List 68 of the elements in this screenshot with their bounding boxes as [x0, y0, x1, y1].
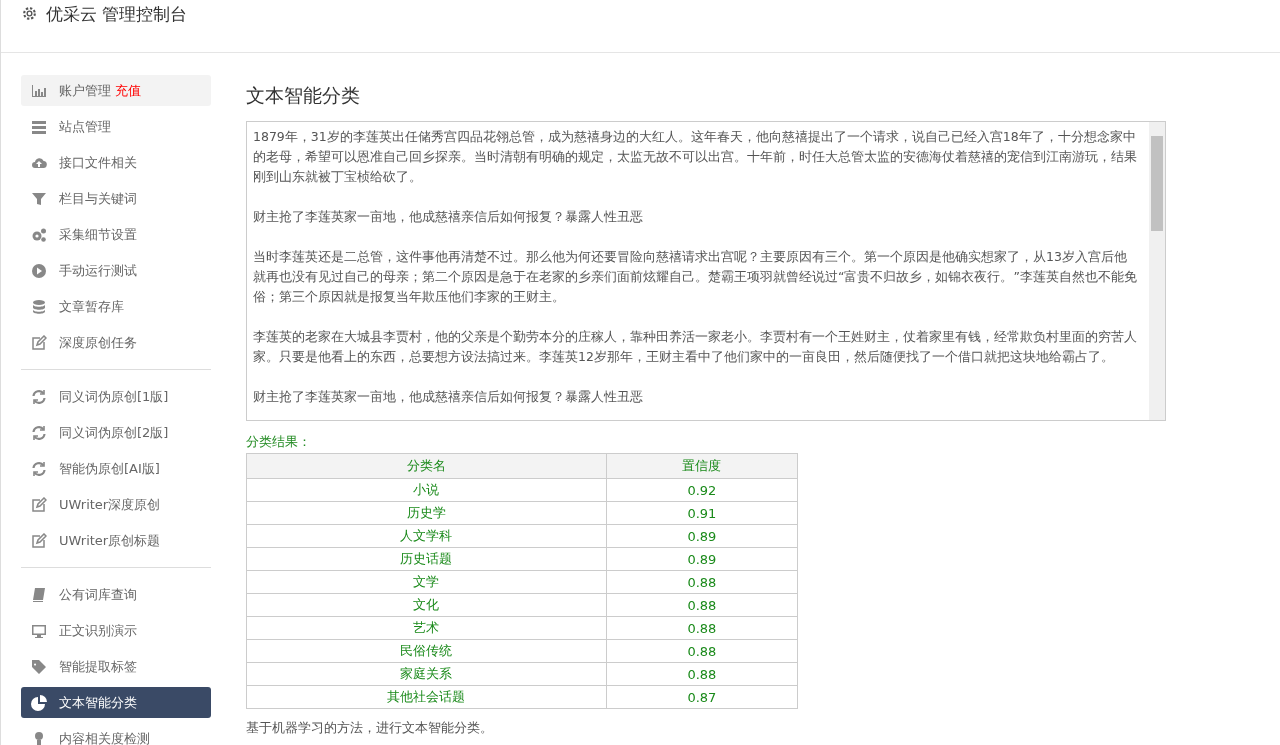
sidebar-item[interactable]: 智能提取标签 [21, 651, 211, 682]
play-icon [31, 262, 47, 279]
table-cell: 民俗传统 [246, 639, 607, 663]
monitor-icon [31, 622, 47, 639]
result-label: 分类结果： [246, 433, 312, 451]
tag-icon [31, 658, 47, 675]
table-cell: 文化 [246, 593, 607, 617]
table-cell: 0.89 [606, 524, 798, 548]
sidebar-item[interactable]: 内容相关度检测 [21, 723, 211, 745]
table-cell: 其他社会话题 [246, 685, 607, 709]
sidebar-item[interactable]: UWriter原创标题 [21, 525, 211, 556]
sidebar-item[interactable]: 正文识别演示 [21, 615, 211, 646]
database-icon [31, 298, 47, 315]
table-cell: 0.87 [606, 685, 798, 709]
column-header: 分类名 [246, 453, 607, 479]
paragraph: 当时李莲英还是二总管，这件事他再清楚不过。那么他为何还要冒险向慈禧请求出宫呢？主要原因有三个。第一个原因是他确实想家了，从13岁入宫后他就再也没有见过自己的母亲；第二个原因是急于在老家的乡亲们面前炫耀自己。楚霸王项羽就曾经说过“富贵不归故乡，如锦衣夜行。”李莲英自然也不能免俗；第三个原因就是报复当年欺压他们李家的王财主。 [253, 248, 1137, 306]
table-cell: 人文学科 [246, 524, 607, 548]
sidebar-item[interactable]: 账户管理 充值 [21, 75, 211, 106]
book-icon [31, 586, 47, 603]
sidebar-item[interactable]: 同义词伪原创[2版] [21, 417, 211, 448]
sidebar-item[interactable]: 深度原创任务 [21, 327, 211, 358]
sidebar-item[interactable]: 接口文件相关 [21, 147, 211, 178]
sidebar-item[interactable]: 站点管理 [21, 111, 211, 142]
table-cell: 历史学 [246, 501, 607, 525]
table-cell: 0.92 [606, 478, 798, 502]
sidebar-item[interactable]: 栏目与关键词 [21, 183, 211, 214]
filter-icon [31, 190, 47, 207]
sidebar-item[interactable]: 文章暂存库 [21, 291, 211, 322]
sidebar-item[interactable]: UWriter深度原创 [21, 489, 211, 520]
table-cell: 0.91 [606, 501, 798, 525]
pie-icon [31, 694, 47, 711]
app-title: 优采云 管理控制台 [46, 4, 188, 24]
sidebar-item[interactable]: 同义词伪原创[1版] [21, 381, 211, 412]
paragraph: 财主抢了李莲英家一亩地，他成慈禧亲信后如何报复？暴露人性丑恶 [253, 208, 644, 226]
scrollbar[interactable] [1149, 122, 1165, 420]
sidebar-item[interactable]: 文本智能分类 [21, 687, 211, 718]
sidebar-item[interactable]: 采集细节设置 [21, 219, 211, 250]
table-cell: 历史话题 [246, 547, 607, 571]
table-cell: 文学 [246, 570, 607, 594]
settings-icon [21, 5, 38, 22]
description-text: 基于机器学习的方法，进行文本智能分类。 [246, 719, 494, 737]
refresh-icon [31, 460, 47, 477]
table-cell: 0.88 [606, 616, 798, 640]
edit-icon [31, 496, 47, 513]
edit-icon [31, 532, 47, 549]
edit-icon [31, 334, 47, 351]
bars-icon [31, 82, 47, 99]
recharge-link[interactable]: 充值 [115, 81, 141, 100]
page-title: 文本智能分类 [246, 83, 361, 108]
column-header: 置信度 [606, 453, 798, 479]
table-cell: 艺术 [246, 616, 607, 640]
server-icon [31, 118, 47, 135]
paragraph: 财主抢了李莲英家一亩地，他成慈禧亲信后如何报复？暴露人性丑恶 [253, 388, 644, 406]
sidebar-item[interactable]: 智能伪原创[AI版] [21, 453, 211, 484]
sidebar-item[interactable]: 公有词库查询 [21, 579, 211, 610]
paragraph: 1879年，31岁的李莲英出任储秀宫四品花翎总管，成为慈禧身边的大红人。这年春天，他向慈禧提出了一个请求，说自己已经入宫18年了，十分想念家中的老母，希望可以恩准自己回乡探亲。当时清朝有明确的规定，太监无故不可以出宫。十年前，时任大总管太监的安德海仗着慈禧的宠信到江南游玩，结果刚到山东就被丁宝桢给砍了。 [253, 128, 1137, 186]
table-cell: 0.88 [606, 662, 798, 686]
table-cell: 0.88 [606, 570, 798, 594]
table-cell: 0.89 [606, 547, 798, 571]
table-cell: 家庭关系 [246, 662, 607, 686]
refresh-icon [31, 424, 47, 441]
table-cell: 0.88 [606, 593, 798, 617]
sidebar-item[interactable]: 手动运行测试 [21, 255, 211, 286]
paragraph: 李莲英的老家在大城县李贾村，他的父亲是个勤劳本分的庄稼人，靠种田养活一家老小。李贾村有一个王姓财主，仗着家里有钱，经常欺负村里面的穷苦人家。只要是他看上的东西，总要想方设法搞过来。李莲英12岁那年，王财主看中了他们家中的一亩良田，然后随便找了一个借口就把这块地给霸占了。 [253, 328, 1137, 366]
refresh-icon [31, 388, 47, 405]
text-input-area[interactable] [246, 121, 1166, 421]
table-cell: 小说 [246, 478, 607, 502]
table-cell: 0.88 [606, 639, 798, 663]
